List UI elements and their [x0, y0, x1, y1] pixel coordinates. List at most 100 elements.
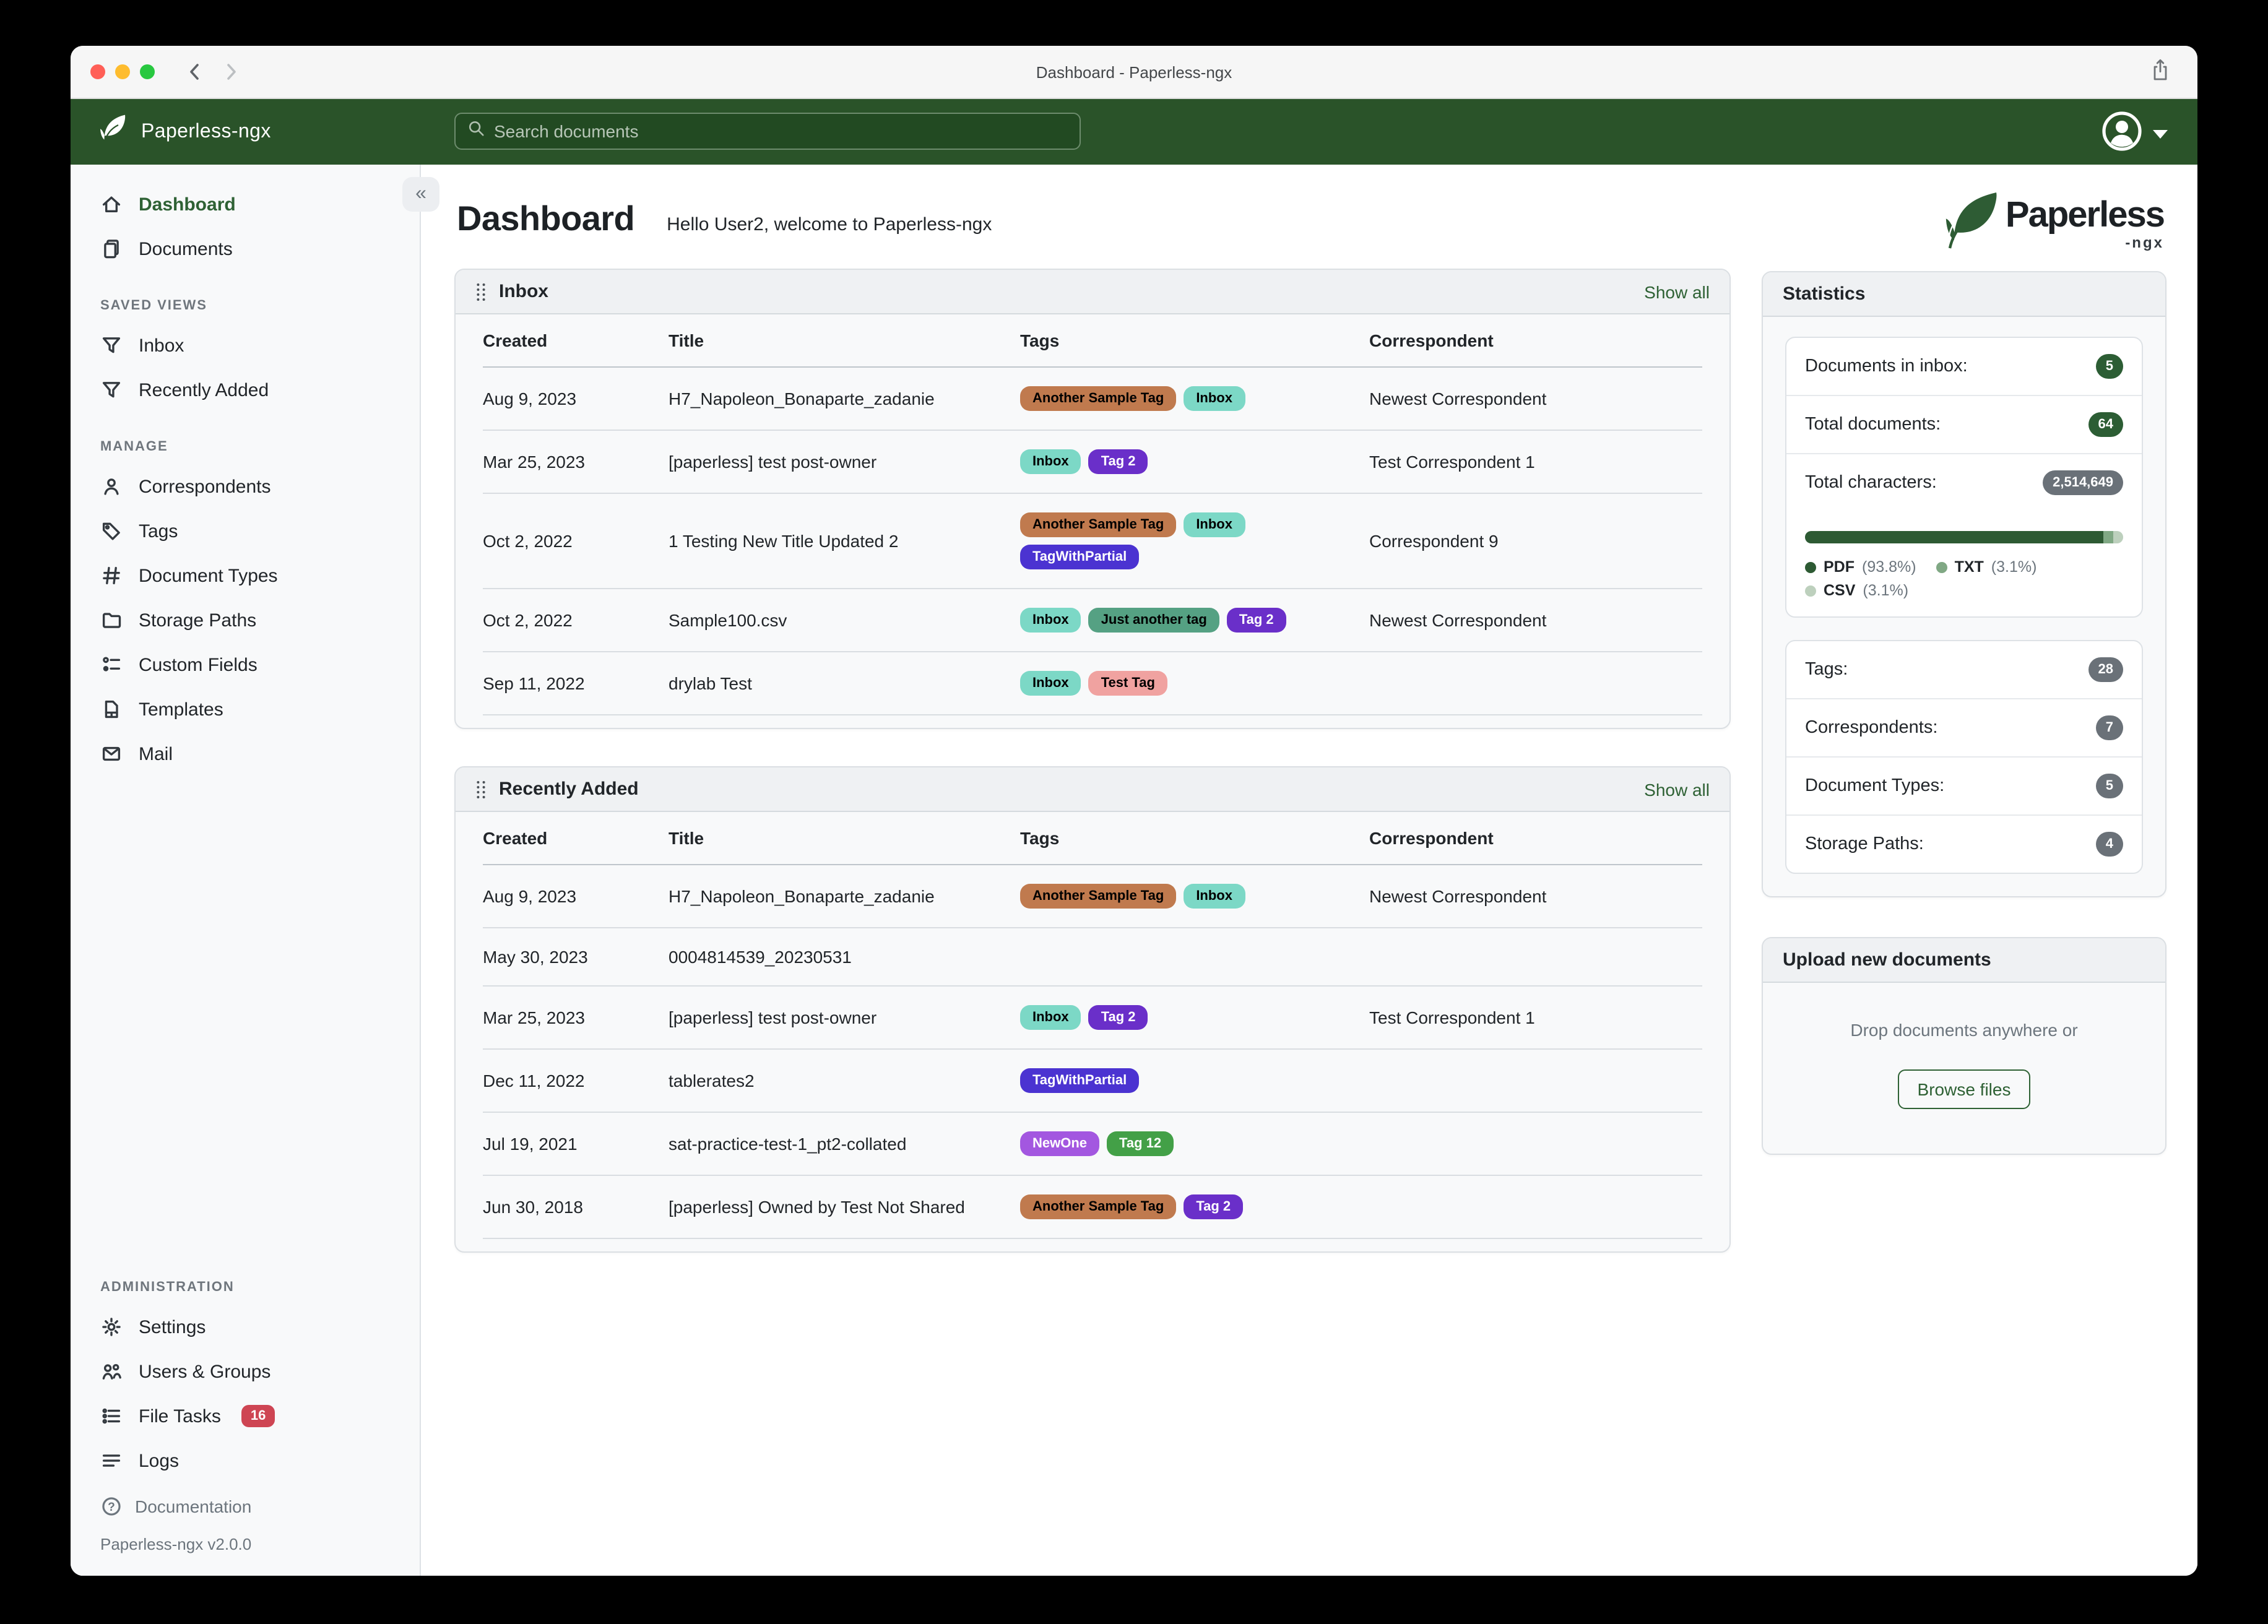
legend-dot-icon	[1805, 561, 1816, 572]
drag-handle-icon[interactable]	[475, 282, 487, 301]
table-row[interactable]: Mar 25, 2023 [paperless] test post-owner I…	[483, 431, 1702, 494]
cell-created: Oct 2, 2022	[483, 531, 573, 551]
cell-title[interactable]: drylab Test	[669, 673, 1020, 693]
sidebar-item-mail[interactable]: Mail	[71, 732, 420, 776]
tag-pill-test-tag[interactable]: Test Tag	[1088, 671, 1167, 696]
cell-tags: Another Sample Tag Tag 2	[1020, 1194, 1369, 1219]
tag-pill-another-sample-tag[interactable]: Another Sample Tag	[1020, 512, 1177, 537]
sidebar-item-label: Recently Added	[139, 379, 269, 400]
table-row[interactable]: Dec 11, 2022 tablerates2 TagWithPartial	[483, 1050, 1702, 1113]
upload-dropzone[interactable]: Drop documents anywhere or Browse files	[1763, 983, 2165, 1154]
tag-pill-another-sample-tag[interactable]: Another Sample Tag	[1020, 884, 1177, 909]
sidebar-item-logs[interactable]: Logs	[71, 1438, 420, 1483]
recent-show-all-link[interactable]: Show all	[1644, 779, 1710, 799]
sidebar-item-settings[interactable]: Settings	[71, 1305, 420, 1349]
cell-title[interactable]: [paperless] Owned by Test Not Shared	[669, 1197, 1020, 1217]
leaf-logo-icon	[100, 114, 128, 150]
recently-added-table: Created Title Tags Correspondent Aug 9, 2023…	[456, 812, 1729, 1251]
tag-pill-tagwithpartial[interactable]: TagWithPartial	[1020, 1068, 1140, 1093]
tag-pill-tag-2[interactable]: Tag 2	[1088, 449, 1148, 474]
logo-suffix: -ngx	[2125, 233, 2164, 251]
tag-pill-tag-12[interactable]: Tag 12	[1107, 1131, 1174, 1156]
sidebar-item-tags[interactable]: Tags	[71, 509, 420, 553]
search-input[interactable]	[494, 121, 1068, 141]
sidebar-item-templates[interactable]: Templates	[71, 687, 420, 732]
zoom-window-button[interactable]	[140, 64, 155, 79]
share-icon[interactable]	[2150, 58, 2170, 89]
cell-title[interactable]: H7_Napoleon_Bonaparte_zadanie	[669, 389, 1020, 408]
tag-pill-inbox[interactable]: Inbox	[1184, 884, 1245, 909]
sidebar-nav: Dashboard Documents SAVED VIEWS Inbox Recent…	[71, 165, 421, 1576]
sidebar-item-users-groups[interactable]: Users & Groups	[71, 1349, 420, 1394]
tag-pill-tag-2[interactable]: Tag 2	[1184, 1194, 1244, 1219]
sidebar-item-dashboard[interactable]: Dashboard	[71, 182, 420, 227]
cell-title[interactable]: sat-practice-test-1_pt2-collated	[669, 1134, 1020, 1154]
table-row[interactable]: Oct 2, 2022 1 Testing New Title Updated 2…	[483, 494, 1702, 589]
tag-pill-tag-2[interactable]: Tag 2	[1088, 1005, 1148, 1030]
documentation-link[interactable]: ? Documentation	[100, 1495, 390, 1518]
drag-handle-icon[interactable]	[475, 779, 487, 799]
table-row[interactable]: Jun 30, 2018 [paperless] Owned by Test No…	[483, 1176, 1702, 1239]
table-row[interactable]: May 30, 2023 0004814539_20230531	[483, 928, 1702, 987]
cell-correspondent: Newest Correspondent	[1369, 886, 1547, 906]
cell-title[interactable]: 0004814539_20230531	[669, 947, 1020, 967]
sidebar-item-correspondents[interactable]: Correspondents	[71, 464, 420, 509]
tag-pill-inbox[interactable]: Inbox	[1020, 608, 1081, 633]
forward-icon[interactable]	[222, 61, 241, 83]
user-menu[interactable]	[2101, 110, 2168, 158]
sidebar-item-label: Users & Groups	[139, 1361, 271, 1382]
sidebar-item-document-types[interactable]: Document Types	[71, 553, 420, 598]
sidebar-item-inbox[interactable]: Inbox	[71, 323, 420, 368]
table-row[interactable]: Aug 9, 2023 H7_Napoleon_Bonaparte_zadanie…	[483, 368, 1702, 431]
cell-correspondent: Correspondent 9	[1369, 531, 1499, 551]
cell-title[interactable]: tablerates2	[669, 1071, 1020, 1091]
sidebar-item-storage-paths[interactable]: Storage Paths	[71, 598, 420, 642]
table-row[interactable]: Sep 11, 2022 drylab Test Inbox Test Tag	[483, 652, 1702, 715]
sidebar-collapse-button[interactable]: «	[402, 177, 439, 212]
table-row[interactable]: Mar 25, 2023 [paperless] test post-owner I…	[483, 987, 1702, 1050]
cell-title[interactable]: 1 Testing New Title Updated 2	[669, 531, 1020, 551]
cell-title[interactable]: [paperless] test post-owner	[669, 1008, 1020, 1027]
brand[interactable]: Paperless-ngx	[100, 114, 271, 150]
tag-pill-inbox[interactable]: Inbox	[1184, 512, 1245, 537]
stat-label: Tags:	[1805, 660, 1848, 680]
tag-pill-just-another-tag[interactable]: Just another tag	[1088, 608, 1219, 633]
cell-title[interactable]: Sample100.csv	[669, 610, 1020, 630]
greeting-text: Hello User2, welcome to Paperless-ngx	[667, 214, 992, 235]
sidebar-item-recently-added[interactable]: Recently Added	[71, 368, 420, 412]
tag-pill-another-sample-tag[interactable]: Another Sample Tag	[1020, 386, 1177, 411]
legend-pct: (93.8%)	[1862, 558, 1916, 576]
widget-title: Recently Added	[499, 779, 639, 800]
column-header-created: Created	[483, 330, 548, 350]
column-header-tags: Tags	[1020, 828, 1060, 848]
filter-icon	[102, 382, 121, 398]
legend-item-txt: TXT (3.1%)	[1936, 558, 2036, 576]
browse-files-button[interactable]: Browse files	[1897, 1069, 2031, 1109]
filter-icon	[102, 337, 121, 353]
sidebar-item-documents[interactable]: Documents	[71, 227, 420, 271]
table-row[interactable]: Oct 2, 2022 Sample100.csv Inbox Just anothe…	[483, 589, 1702, 652]
cell-title[interactable]: H7_Napoleon_Bonaparte_zadanie	[669, 886, 1020, 906]
table-row[interactable]: Jul 19, 2021 sat-practice-test-1_pt2-coll…	[483, 1113, 1702, 1176]
logs-icon	[102, 1454, 121, 1467]
documents-icon	[104, 240, 119, 259]
tag-pill-inbox[interactable]: Inbox	[1020, 1005, 1081, 1030]
sidebar-item-file-tasks[interactable]: File Tasks 16	[71, 1394, 420, 1438]
table-row[interactable]: Aug 9, 2023 H7_Napoleon_Bonaparte_zadanie…	[483, 865, 1702, 928]
tag-pill-tag-2[interactable]: Tag 2	[1226, 608, 1286, 633]
tag-pill-another-sample-tag[interactable]: Another Sample Tag	[1020, 1194, 1177, 1219]
inbox-show-all-link[interactable]: Show all	[1644, 282, 1710, 301]
tag-pill-newone[interactable]: NewOne	[1020, 1131, 1100, 1156]
minimize-window-button[interactable]	[115, 64, 130, 79]
sidebar-item-custom-fields[interactable]: Custom Fields	[71, 642, 420, 687]
close-window-button[interactable]	[90, 64, 105, 79]
cell-title[interactable]: [paperless] test post-owner	[669, 452, 1020, 472]
sidebar-item-label: Documents	[139, 238, 233, 259]
back-icon[interactable]	[184, 61, 204, 83]
stat-label: Storage Paths:	[1805, 834, 1924, 854]
bar-segment-pdf	[1805, 531, 2104, 543]
tag-pill-tagwithpartial[interactable]: TagWithPartial	[1020, 545, 1140, 569]
tag-pill-inbox[interactable]: Inbox	[1020, 671, 1081, 696]
tag-pill-inbox[interactable]: Inbox	[1020, 449, 1081, 474]
tag-pill-inbox[interactable]: Inbox	[1184, 386, 1245, 411]
